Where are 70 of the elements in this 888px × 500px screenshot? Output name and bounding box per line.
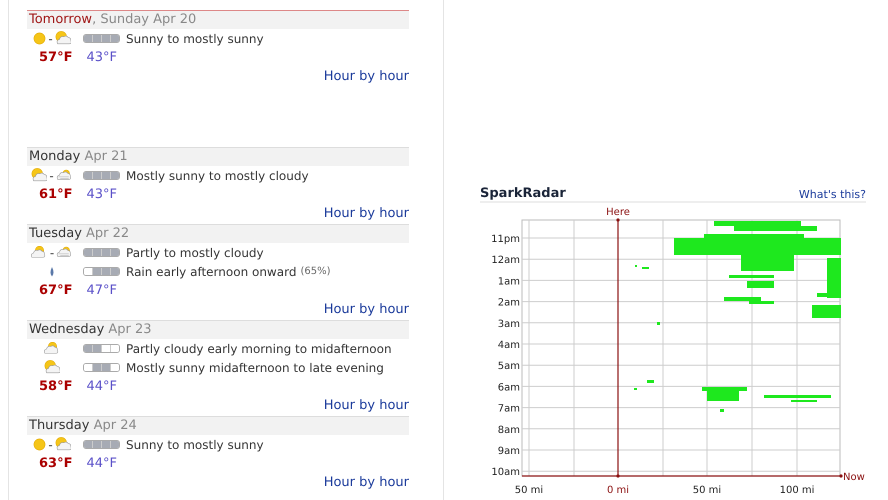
sun-cloud-icon	[54, 31, 71, 46]
time-range-meter	[83, 171, 120, 180]
day-header: Tuesday Apr 22	[27, 224, 409, 243]
hour-by-hour-link[interactable]: Hour by hour	[324, 206, 409, 220]
time-label: 1am	[498, 276, 520, 288]
time-range-meter	[83, 267, 120, 276]
time-label: 8am	[498, 424, 520, 436]
time-range-meter	[83, 344, 120, 353]
day-header: Wednesday Apr 23	[27, 320, 409, 339]
distance-label: 100 mi	[780, 485, 814, 496]
high-temperature: 61°F	[39, 187, 72, 202]
time-range-meter	[83, 248, 120, 257]
cloud-sun-icon	[30, 246, 48, 260]
cloud-sun-icon	[44, 342, 60, 356]
hour-by-hour-link[interactable]: Hour by hour	[324, 302, 409, 316]
time-label: 12am	[491, 255, 520, 266]
time-range-meter	[83, 440, 120, 449]
condition-text: Mostly sunny to mostly cloudy	[126, 168, 309, 182]
day-header: Monday Apr 21	[27, 147, 409, 166]
high-temperature: 57°F	[39, 50, 72, 65]
sun-cloud-icon	[54, 437, 71, 452]
chance-text: (65%)	[300, 266, 330, 277]
here-label: Here	[606, 207, 630, 218]
radar-title: SparkRadar	[480, 186, 566, 201]
distance-label: 50 mi	[692, 485, 722, 496]
condition-text: Partly cloudy early morning to midafternoon	[126, 342, 392, 356]
hour-by-hour-link[interactable]: Hour by hour	[324, 474, 409, 490]
range-dash: -	[50, 246, 54, 258]
low-temperature: 47°F	[86, 283, 118, 298]
distance-label: 50 mi	[514, 485, 544, 496]
condition-text: Partly to mostly cloudy	[126, 246, 264, 260]
time-label: 5am	[498, 361, 520, 372]
low-temperature: 43°F	[86, 50, 118, 65]
time-label: 2am	[498, 298, 520, 309]
high-temperature: 58°F	[39, 379, 72, 394]
low-temperature: 44°F	[86, 379, 118, 394]
sun-icon	[33, 438, 46, 451]
condition-text: Sunny to mostly sunny	[126, 32, 264, 46]
day-header: Tomorrow, Sunday Apr 20	[27, 10, 409, 29]
cloud-icon	[56, 246, 74, 260]
time-label: 6am	[498, 382, 520, 394]
sun-cloud-icon	[31, 168, 48, 183]
time-range-meter	[83, 363, 120, 372]
time-label: 7am	[498, 404, 520, 415]
low-temperature: 43°F	[86, 187, 118, 202]
cloud-icon	[56, 168, 73, 182]
time-range-meter	[83, 34, 120, 43]
condition-text: Sunny to mostly sunny	[126, 438, 264, 452]
time-label: 4am	[498, 340, 520, 351]
day-header: Thursday Apr 24	[27, 416, 409, 435]
distance-label: 0 mi	[606, 485, 630, 496]
condition-text: Rain early afternoon onward	[126, 264, 296, 278]
range-dash: -	[48, 438, 53, 450]
whats-this-link[interactable]: What's this?	[798, 188, 866, 201]
time-label: 11pm	[491, 234, 520, 245]
time-label: 9am	[498, 446, 520, 457]
high-temperature: 67°F	[39, 283, 72, 298]
now-label: Now	[843, 472, 865, 483]
time-label: 3am	[498, 318, 520, 330]
sun-icon	[33, 32, 46, 45]
range-dash: -	[49, 170, 54, 182]
time-label: 10am	[491, 467, 520, 478]
low-temperature: 44°F	[86, 456, 118, 471]
range-dash: -	[48, 32, 53, 44]
hour-by-hour-link[interactable]: Hour by hour	[324, 398, 409, 412]
high-temperature: 63°F	[39, 456, 72, 471]
hour-by-hour-link[interactable]: Hour by hour	[324, 68, 409, 84]
condition-text: Mostly sunny midafternoon to late evening	[126, 360, 384, 374]
raindrop-icon	[49, 266, 55, 276]
sun-cloud-icon	[44, 360, 60, 375]
